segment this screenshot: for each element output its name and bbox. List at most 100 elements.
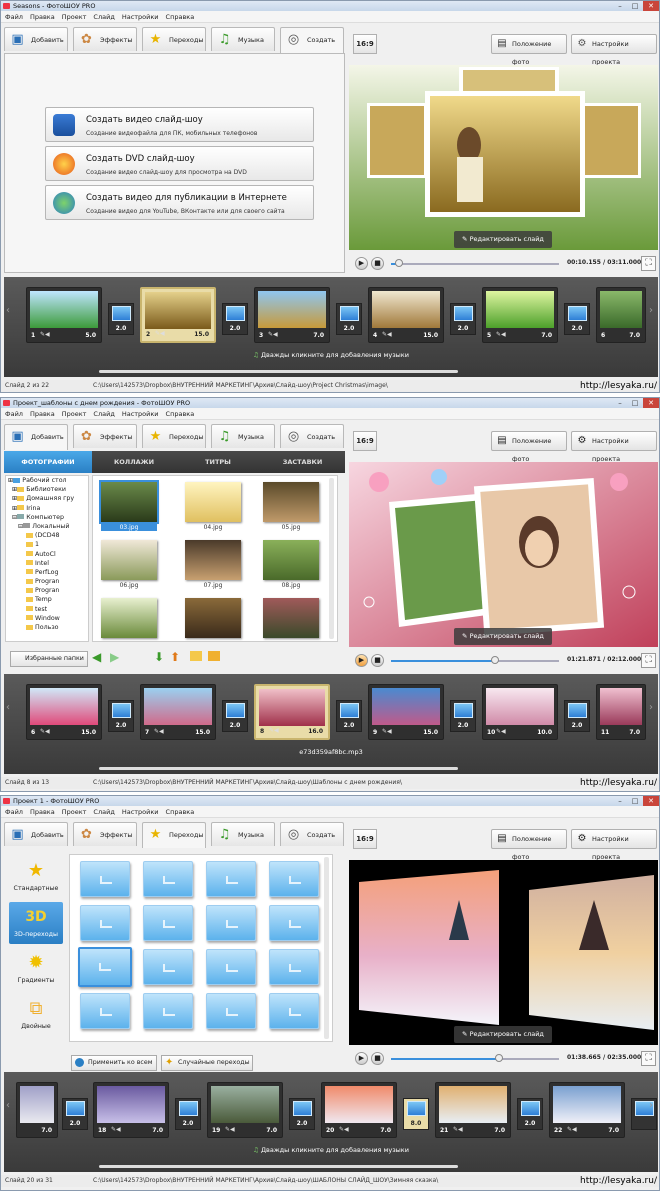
slide-edit-icon[interactable]: ✎◀ — [40, 331, 50, 338]
transition-tile[interactable] — [143, 905, 193, 941]
audio-track[interactable]: ♫ Дважды кликните для добавления музыки — [4, 1146, 658, 1154]
menu-project[interactable]: Проект — [62, 410, 87, 418]
timeline-slide[interactable]: 6 ✎◀ 15.0 — [26, 684, 102, 740]
menu-file[interactable]: Файл — [5, 808, 23, 816]
timeline-slide[interactable]: 4 ✎◀ 15.0 — [368, 287, 444, 343]
timeline-slide[interactable]: 11 7.0 — [596, 684, 646, 740]
timeline-transition-selected[interactable]: 8.0 — [403, 1098, 429, 1130]
slide-edit-icon[interactable]: ✎◀ — [453, 1126, 463, 1133]
transition-tile[interactable] — [206, 949, 256, 985]
slide-edit-icon[interactable]: ✎◀ — [40, 728, 50, 735]
subtab-photos[interactable]: ФОТОГРАФИИ — [4, 451, 92, 473]
transition-tile[interactable] — [206, 861, 256, 897]
menu-help[interactable]: Справка — [166, 808, 195, 816]
close-button[interactable]: ✕ — [643, 1, 659, 11]
menu-project[interactable]: Проект — [62, 13, 87, 21]
scroll-right-icon[interactable]: › — [649, 1100, 657, 1111]
tree-item[interactable]: ⊞ Рабочий стол — [6, 476, 88, 485]
seek-bar[interactable] — [391, 1058, 559, 1060]
tab-add[interactable]: ▣ Добавить — [4, 822, 68, 846]
timeline-slide[interactable]: 18 ✎◀ 7.0 — [93, 1082, 169, 1138]
timeline-transition[interactable]: 2.0 — [336, 303, 362, 335]
tree-item[interactable]: ⊞ Irina — [6, 504, 88, 513]
timeline-transition[interactable]: 2.0 — [222, 700, 248, 732]
menu-help[interactable]: Справка — [166, 410, 195, 418]
tree-item[interactable]: Пользо — [6, 623, 88, 632]
menu-file[interactable]: Файл — [5, 410, 23, 418]
timeline-slide[interactable]: 9 ✎◀ 15.0 — [368, 684, 444, 740]
scroll-right-icon[interactable]: › — [649, 305, 657, 316]
timeline-slide[interactable]: 22 ✎◀ 7.0 — [549, 1082, 625, 1138]
maximize-button[interactable]: □ — [628, 796, 642, 806]
transition-tile[interactable] — [143, 949, 193, 985]
scroll-left-icon[interactable]: ‹ — [6, 305, 14, 316]
play-icon[interactable]: ▶ — [355, 257, 368, 270]
transition-tile[interactable] — [269, 949, 319, 985]
transition-tile[interactable] — [143, 993, 193, 1029]
stop-icon[interactable]: ■ — [371, 654, 384, 667]
timeline-transition[interactable]: 2.0 — [517, 1098, 543, 1130]
subtab-intros[interactable]: ЗАСТАВКИ — [260, 451, 345, 473]
timeline-slide[interactable]: 6 7.0 — [596, 287, 646, 343]
timeline-transition[interactable]: 2.0 — [289, 1098, 315, 1130]
photo-thumb[interactable] — [185, 540, 241, 580]
timeline-transition[interactable]: 2.0 — [450, 303, 476, 335]
seek-handle[interactable] — [395, 259, 404, 267]
play-icon[interactable]: ▶ — [355, 1052, 368, 1065]
scroll-right-icon[interactable]: › — [649, 702, 657, 713]
menu-project[interactable]: Проект — [62, 808, 87, 816]
slide-edit-icon[interactable]: ✎◀ — [382, 331, 392, 338]
tree-item[interactable]: PerfLog — [6, 568, 88, 577]
tab-transitions[interactable]: ★ Переходы — [142, 27, 206, 51]
slide-edit-icon[interactable]: ✎◀ — [339, 1126, 349, 1133]
create-web-video-button[interactable]: Создать видео для публикации в Интернете… — [45, 185, 314, 220]
transition-tile-selected[interactable] — [78, 947, 132, 987]
timeline-transition[interactable]: 2.0 — [336, 700, 362, 732]
tree-item[interactable]: ⊟ Локальный — [6, 522, 88, 531]
photo-thumb[interactable] — [263, 540, 319, 580]
slide-edit-icon[interactable]: ✎◀ — [496, 331, 506, 338]
folder-add-icon[interactable] — [190, 651, 202, 661]
category-3d[interactable]: 3D 3D-переходы — [9, 902, 63, 944]
tree-item[interactable]: test — [6, 605, 88, 614]
slide-edit-icon[interactable]: ✎◀ — [567, 1126, 577, 1133]
tree-item[interactable]: Progran — [6, 586, 88, 595]
project-settings-button[interactable]: ⚙ Настройки проекта — [571, 34, 657, 66]
tree-item[interactable]: ⊟ Компьютер — [6, 513, 88, 522]
menu-file[interactable]: Файл — [5, 13, 23, 21]
grid-scrollbar[interactable] — [329, 478, 334, 639]
tab-create[interactable]: ◎ Создать — [280, 27, 344, 53]
tree-item[interactable]: Window — [6, 614, 88, 623]
tab-effects[interactable]: ✿ Эффекты — [73, 822, 137, 846]
menu-edit[interactable]: Правка — [30, 13, 55, 21]
maximize-button[interactable]: □ — [628, 1, 642, 11]
scroll-left-icon[interactable]: ‹ — [6, 1100, 14, 1111]
menu-settings[interactable]: Настройки — [122, 13, 159, 21]
fullscreen-icon[interactable]: ⛶ — [641, 256, 656, 271]
menu-slide[interactable]: Слайд — [93, 13, 114, 21]
menu-slide[interactable]: Слайд — [93, 410, 114, 418]
photo-thumb[interactable] — [101, 540, 157, 580]
transition-tile[interactable] — [269, 861, 319, 897]
timeline-slide[interactable]: 21 ✎◀ 7.0 — [435, 1082, 511, 1138]
timeline-slide[interactable]: 1 ✎◀ 5.0 — [26, 287, 102, 343]
close-button[interactable]: ✕ — [643, 796, 659, 806]
photo-thumb[interactable] — [185, 482, 241, 522]
play-icon[interactable]: ▶ — [355, 654, 368, 667]
menu-settings[interactable]: Настройки — [122, 808, 159, 816]
tab-music[interactable]: ♫ Музыка — [211, 27, 275, 51]
timeline-scrollbar[interactable] — [99, 1165, 458, 1168]
tab-transitions[interactable]: ★ Переходы — [142, 424, 206, 448]
random-transitions-button[interactable]: ✦ Случайные переходы — [161, 1055, 253, 1071]
tree-item[interactable]: Progran — [6, 577, 88, 586]
up-folder-icon[interactable]: ⬆ — [170, 650, 180, 664]
timeline-transition[interactable]: 2.0 — [108, 303, 134, 335]
favorite-folders-button[interactable]: Избранные папки — [10, 651, 88, 667]
audio-track[interactable]: ♫ Дважды кликните для добавления музыки — [4, 351, 658, 359]
seek-handle[interactable] — [494, 1054, 503, 1062]
photo-position-button[interactable]: ▤ Положение фото — [491, 34, 567, 66]
category-gradients[interactable]: ✹ Градиенты — [9, 948, 63, 990]
tab-effects[interactable]: ✿ Эффекты — [73, 27, 137, 51]
menu-slide[interactable]: Слайд — [93, 808, 114, 816]
edit-slide-button[interactable]: ✎ Редактировать слайд — [454, 231, 552, 248]
